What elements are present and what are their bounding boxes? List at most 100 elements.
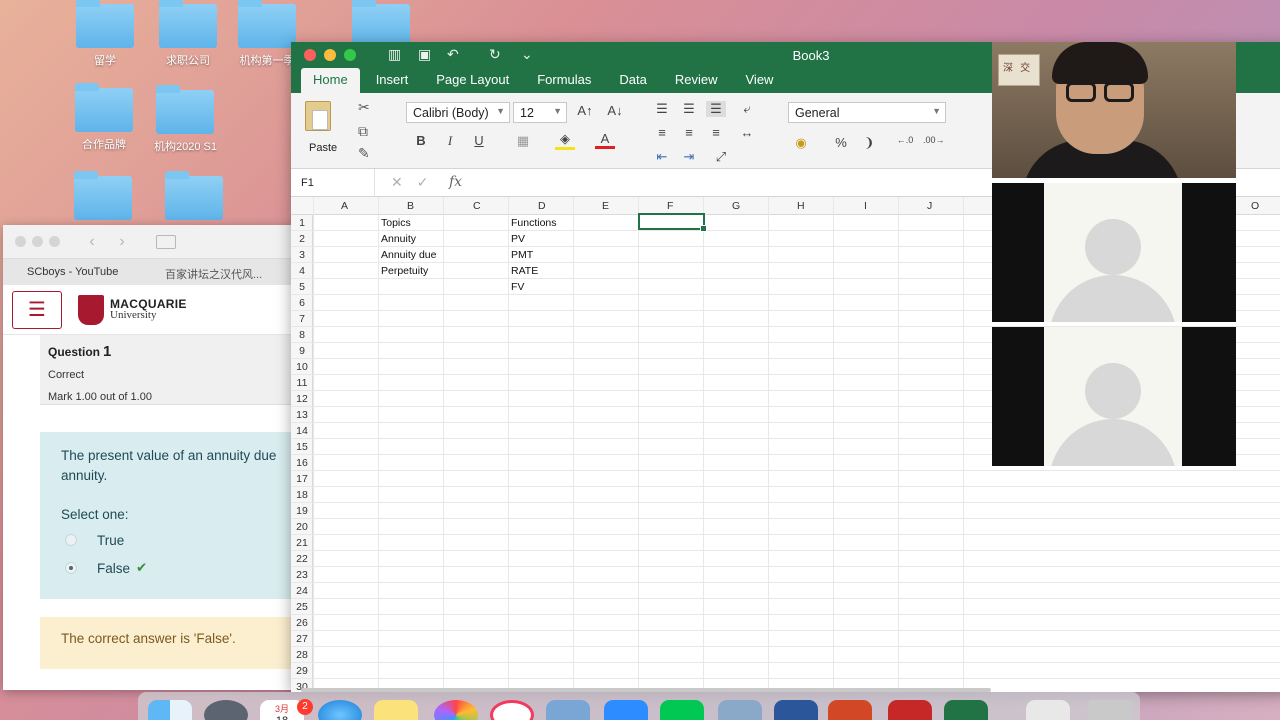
hamburger-menu-button[interactable]: ☰ [12,290,62,329]
finder-icon[interactable] [148,700,192,720]
sheet-row[interactable]: 20 [291,519,1280,535]
desktop-folder-row0-1[interactable]: 求职公司 [157,0,219,68]
paste-icon[interactable] [305,101,331,131]
sidebar-toggle-icon[interactable] [156,234,176,249]
col-C[interactable]: C [473,200,481,212]
option-false[interactable]: False ✔ [61,558,303,578]
notes-icon[interactable] [374,700,418,720]
desktop-folder-row1-0[interactable]: 合作品牌 [73,83,135,152]
comma-icon[interactable]: ❩ [859,135,879,151]
align-center-icon[interactable]: ≡ [679,125,699,140]
word-icon[interactable] [774,700,818,720]
photos-icon[interactable] [434,700,478,720]
format-painter-icon[interactable]: ✎ [358,145,370,162]
preview-icon[interactable] [546,700,590,720]
cell-D[interactable]: Functions [511,217,557,229]
tab-insert[interactable]: Insert [364,68,421,93]
tab-review[interactable]: Review [663,68,730,93]
sheet-row[interactable]: 21 [291,535,1280,551]
desktop-folder-row2-1[interactable] [163,171,225,220]
align-top-icon[interactable]: ☰ [652,101,672,117]
sheet-row[interactable]: 27 [291,631,1280,647]
sheet-row[interactable]: 23 [291,567,1280,583]
number-format-dropdown[interactable]: General ▼ [788,102,946,123]
tab-baijia[interactable]: 百家讲坛之汉代风... [153,259,303,285]
bold-button[interactable]: B [411,133,431,148]
radio-false[interactable] [65,562,77,574]
copy-icon[interactable]: ⧉ [358,123,368,140]
documents-icon[interactable] [1026,700,1070,720]
align-bottom-icon[interactable]: ☰ [706,101,726,117]
decrease-decimal-icon[interactable]: .00→ [923,135,945,145]
paste-label[interactable]: Paste [309,142,337,154]
borders-icon[interactable]: ▦ [513,133,533,149]
launchpad-icon[interactable] [204,700,248,720]
merge-icon[interactable]: ↔ [737,125,757,140]
sheet-row[interactable]: 19 [291,503,1280,519]
sheet-row[interactable]: 29 [291,663,1280,679]
excel-icon[interactable] [944,700,988,720]
minimize-dot[interactable] [32,236,43,247]
sheet-row[interactable]: 26 [291,615,1280,631]
tab-youtube[interactable]: SCboys - YouTube [3,259,153,285]
decrease-indent-icon[interactable]: ⇤ [652,149,672,165]
increase-font-icon[interactable]: A↑ [575,103,595,118]
close-dot[interactable] [15,236,26,247]
desktop-folder-row1-1[interactable]: 机构2020 S1 [154,85,217,154]
desktop-folder-row0-2[interactable]: 机构第一季 [236,0,298,68]
tab-data[interactable]: Data [607,68,658,93]
increase-decimal-icon[interactable]: ←.0 [895,135,915,145]
italic-button[interactable]: I [440,133,460,149]
image-viewer-icon[interactable] [718,700,762,720]
fx-icon[interactable]: fx [449,174,462,190]
col-D[interactable]: D [538,200,546,212]
col-O[interactable]: O [1251,200,1259,212]
col-F[interactable]: F [667,200,673,212]
cell-D[interactable]: PV [511,233,525,245]
font-size-dropdown[interactable]: 12 ▼ [513,102,567,123]
sheet-row[interactable]: 18 [291,487,1280,503]
cell-B[interactable]: Topics [381,217,411,229]
percent-button[interactable]: % [831,135,851,150]
option-true[interactable]: True [61,530,303,550]
col-I[interactable]: I [864,200,867,212]
col-H[interactable]: H [797,200,805,212]
align-middle-icon[interactable]: ☰ [679,101,699,117]
cell-B[interactable]: Annuity [381,233,416,245]
macquarie-logo[interactable]: MACQUARIE University [78,294,187,325]
cell-D[interactable]: FV [511,281,524,293]
trash-icon[interactable] [1088,700,1132,720]
desktop-folder-row0-0[interactable]: 留学 [74,0,136,68]
cut-icon[interactable]: ✂ [358,99,370,116]
increase-indent-icon[interactable]: ⇥ [679,149,699,165]
col-G[interactable]: G [732,200,740,212]
decrease-font-icon[interactable]: A↓ [605,103,625,118]
col-J[interactable]: J [927,200,932,212]
col-B[interactable]: B [407,200,414,212]
sheet-row[interactable]: 24 [291,583,1280,599]
forward-arrow-icon[interactable]: › [110,233,134,251]
sheet-row[interactable]: 22 [291,551,1280,567]
safari-icon[interactable] [318,700,362,720]
name-box[interactable]: F1 [291,169,375,197]
selected-cell-F1[interactable] [638,213,707,232]
col-A[interactable]: A [341,200,348,212]
pdf-icon[interactable] [888,700,932,720]
powerpoint-icon[interactable] [828,700,872,720]
accounting-icon[interactable]: ◉ [791,135,811,151]
sheet-row[interactable]: 28 [291,647,1280,663]
cell-B[interactable]: Annuity due [381,249,436,261]
align-left-icon[interactable]: ≡ [652,125,672,140]
iqiyi-icon[interactable] [660,700,704,720]
sheet-row[interactable]: 25 [291,599,1280,615]
cell-D[interactable]: PMT [511,249,533,261]
back-arrow-icon[interactable]: ‹ [80,233,104,251]
tab-page-layout[interactable]: Page Layout [424,68,521,93]
zoom-app-icon[interactable] [604,700,648,720]
col-E[interactable]: E [602,200,609,212]
zoom-dot[interactable] [49,236,60,247]
sheet-row[interactable]: 17 [291,471,1280,487]
music-icon[interactable] [490,700,534,720]
align-right-icon[interactable]: ≡ [706,125,726,140]
orientation-icon[interactable]: ⤢ [711,149,731,165]
